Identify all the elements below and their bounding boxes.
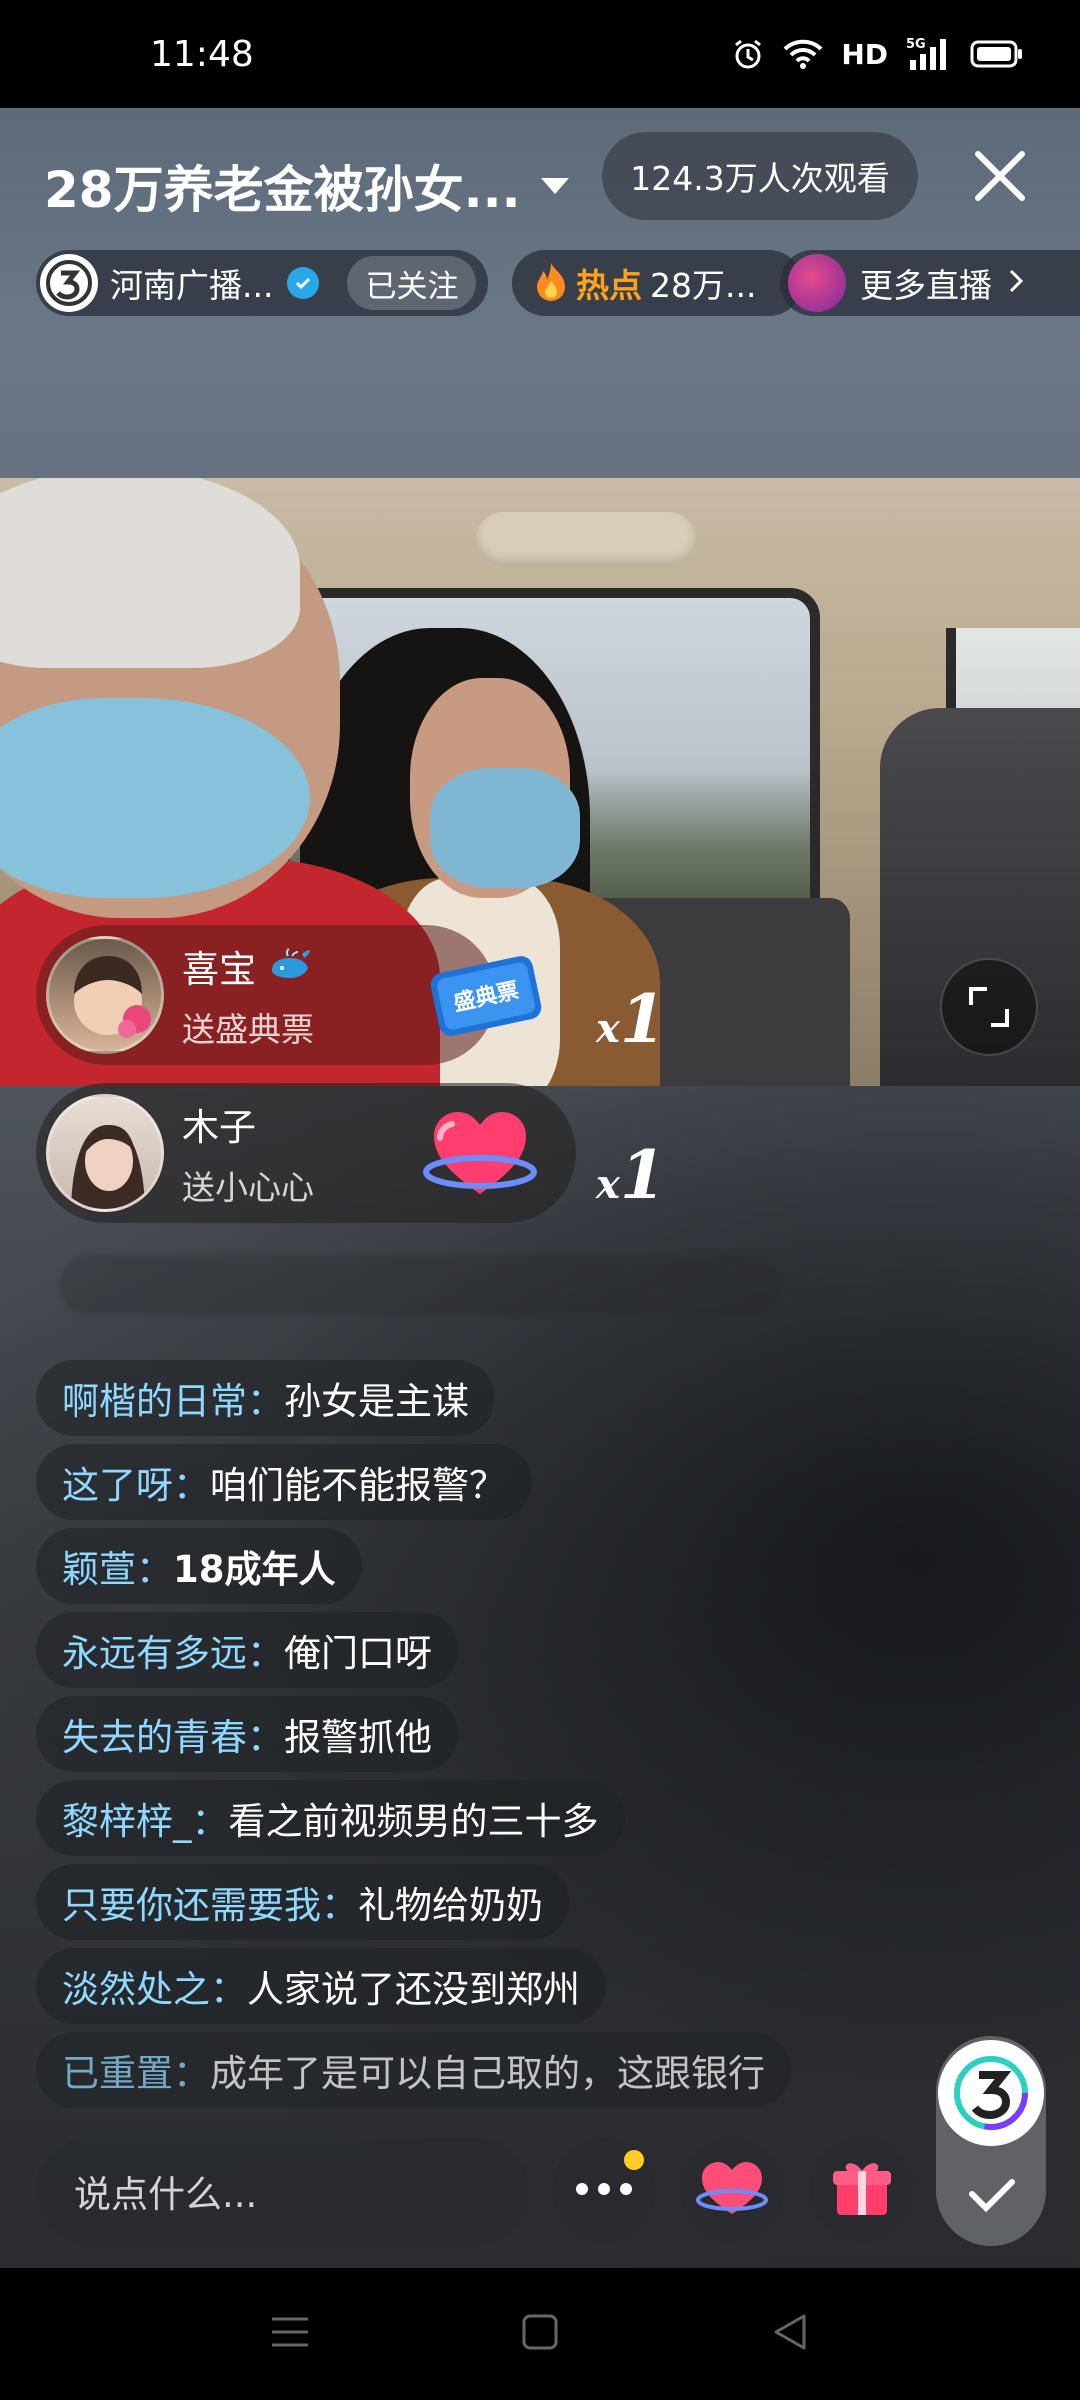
gift-text: 木子 送小心心 xyxy=(182,1097,314,1209)
more-live-button[interactable]: 更多直播 xyxy=(780,250,1080,316)
gift-count-number: 1 xyxy=(619,980,666,1058)
gift-username[interactable]: 喜宝 xyxy=(182,939,314,993)
gift-count: x1 xyxy=(596,980,666,1058)
comment-text: 咱们能不能报警？ xyxy=(210,1464,506,1507)
home-icon[interactable] xyxy=(520,2312,560,2356)
gift-count-x: x xyxy=(596,1161,620,1208)
wifi-icon xyxy=(783,38,823,70)
heart-gift-icon xyxy=(422,1100,538,1208)
chat-input-placeholder: 说点什么... xyxy=(74,2173,258,2216)
hot-text: 28万... xyxy=(650,266,757,305)
chevron-right-icon xyxy=(1006,266,1026,300)
menu-icon[interactable] xyxy=(270,2315,310,2353)
gift-button[interactable] xyxy=(810,2138,914,2242)
comment-ghost xyxy=(60,1255,780,1315)
comment-text: 人家说了还没到郑州 xyxy=(247,1968,580,2011)
video-scene-handle xyxy=(476,512,696,566)
hd-indicator: HD xyxy=(841,37,888,71)
channel-logo-float[interactable] xyxy=(938,2040,1044,2146)
comment-item[interactable]: 永远有多远： 俺门口呀 xyxy=(36,1612,458,1688)
comment-text: 孙女是主谋 xyxy=(284,1380,469,1423)
comment-item[interactable]: 这了呀： 咱们能不能报警？ xyxy=(36,1444,532,1520)
comment-item[interactable]: 失去的青春： 报警抓他 xyxy=(36,1696,458,1772)
comment-user[interactable]: 已重置： xyxy=(62,2043,210,2097)
comment-user[interactable]: 只要你还需要我： xyxy=(62,1875,358,1929)
comment-text: 俺门口呀 xyxy=(284,1632,432,1675)
more-live-avatar xyxy=(788,254,846,312)
comment-item[interactable]: 已重置： 成年了是可以自己取的，这跟银行 xyxy=(36,2032,791,2108)
channel-pill[interactable]: 河南广播... 已关注 xyxy=(36,250,488,316)
comment-user[interactable]: 黎梓梓_： xyxy=(62,1791,229,1845)
close-icon[interactable] xyxy=(970,146,1030,206)
system-nav-bar xyxy=(0,2268,1080,2400)
gift-username-text: 喜宝 xyxy=(182,948,256,991)
chevron-down-icon[interactable] xyxy=(540,178,569,194)
verified-icon xyxy=(287,267,320,299)
video-scene-woman-mask xyxy=(430,768,580,888)
fullscreen-icon[interactable] xyxy=(940,958,1038,1056)
comment-item[interactable]: 颖萱： 18成年人 xyxy=(36,1528,362,1604)
heart-icon xyxy=(696,2156,768,2224)
gift-count-number: 1 xyxy=(619,1136,666,1214)
like-button[interactable] xyxy=(680,2138,784,2242)
comment-text: 报警抓他 xyxy=(284,1716,432,1759)
gift-text: 喜宝 送盛典票 xyxy=(182,939,314,1051)
signal-icon: 5G xyxy=(906,36,952,72)
comment-text: 成年了是可以自己取的，这跟银行 xyxy=(210,2052,765,2095)
status-icons: HD 5G xyxy=(731,36,1024,72)
more-live-label: 更多直播 xyxy=(860,266,992,305)
gift-count-x: x xyxy=(596,1005,620,1052)
whale-icon xyxy=(268,948,314,991)
comment-user[interactable]: 永远有多远： xyxy=(62,1623,284,1677)
video-scene-elder-hair xyxy=(0,478,300,668)
check-icon[interactable] xyxy=(960,2170,1024,2224)
gift-count: x1 xyxy=(596,1136,666,1214)
live-title-text: 28万养老金被孙女... xyxy=(44,161,521,219)
status-time: 11:48 xyxy=(150,33,254,75)
avatar[interactable] xyxy=(46,936,164,1054)
comment-user[interactable]: 淡然处之： xyxy=(62,1959,247,2013)
notification-dot xyxy=(624,2150,644,2170)
viewer-count[interactable]: 124.3万人次观看 xyxy=(602,132,918,220)
gift-description: 送盛典票 xyxy=(182,1010,314,1049)
more-options-button[interactable] xyxy=(552,2138,656,2242)
alarm-icon xyxy=(731,37,765,71)
more-icon xyxy=(574,2181,634,2200)
comment-user[interactable]: 这了呀： xyxy=(62,1455,210,1509)
gift-username[interactable]: 木子 xyxy=(182,1097,314,1151)
comment-user[interactable]: 失去的青春： xyxy=(62,1707,284,1761)
comment-user[interactable]: 啊楷的日常： xyxy=(62,1371,284,1425)
comment-text: 礼物给奶奶 xyxy=(358,1884,543,1927)
chat-input[interactable]: 说点什么... xyxy=(36,2138,530,2244)
svg-text:5G: 5G xyxy=(906,37,926,52)
hot-topic-pill[interactable]: 热点 28万... xyxy=(512,250,802,316)
comment-text: 看之前视频男的三十多 xyxy=(228,1800,599,1843)
comment-item[interactable]: 淡然处之： 人家说了还没到郑州 xyxy=(36,1948,606,2024)
channel-logo[interactable] xyxy=(40,254,98,312)
back-icon[interactable] xyxy=(770,2312,810,2356)
comment-item[interactable]: 啊楷的日常： 孙女是主谋 xyxy=(36,1360,495,1436)
gift-description: 送小心心 xyxy=(182,1168,314,1207)
comment-item[interactable]: 只要你还需要我： 礼物给奶奶 xyxy=(36,1864,569,1940)
viewer-count-text: 124.3万人次观看 xyxy=(630,159,890,198)
comment-item[interactable]: 黎梓梓_： 看之前视频男的三十多 xyxy=(36,1780,625,1856)
channel-name[interactable]: 河南广播... xyxy=(110,259,273,307)
ticket-gift-icon: 盛典票 xyxy=(426,948,546,1048)
battery-icon xyxy=(970,38,1024,70)
avatar[interactable] xyxy=(46,1094,164,1212)
comment-text: 18成年人 xyxy=(173,1548,336,1591)
comment-user[interactable]: 颖萱： xyxy=(62,1539,173,1593)
fire-icon xyxy=(534,261,568,305)
follow-button[interactable]: 已关注 xyxy=(347,256,477,310)
status-bar: 11:48 HD 5G xyxy=(0,0,1080,108)
hot-label: 热点 xyxy=(576,266,642,305)
gift-icon xyxy=(831,2157,893,2223)
live-title[interactable]: 28万养老金被孙女... xyxy=(44,150,569,222)
